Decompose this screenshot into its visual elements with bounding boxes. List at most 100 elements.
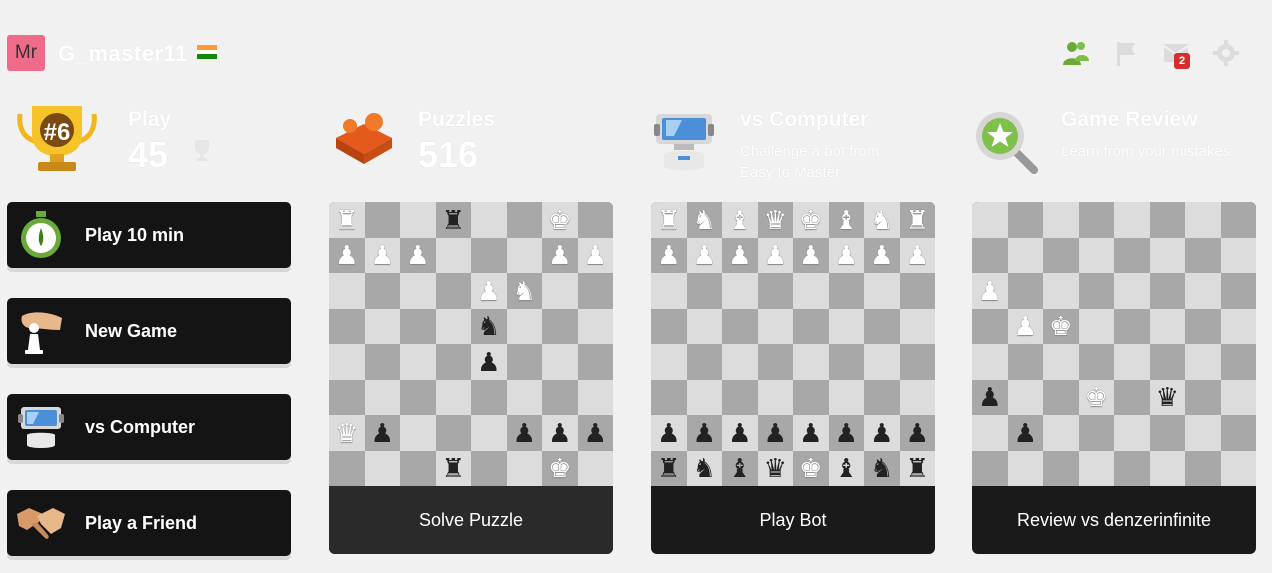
board-square [972, 415, 1008, 451]
board-square [1220, 379, 1256, 415]
board-square [506, 379, 542, 415]
board-square [542, 273, 578, 309]
white-king-icon: ♚ [548, 204, 572, 235]
hand-pawn-icon [15, 305, 67, 357]
play-section-title[interactable]: Play [128, 108, 171, 132]
play-a-friend-button[interactable]: Play a Friend [7, 490, 291, 556]
friends-icon[interactable] [1060, 37, 1092, 69]
vs-computer-subtitle: Challenge a bot from Easy to Master [740, 143, 880, 181]
board-square [899, 273, 935, 309]
solve-puzzle-label: Solve Puzzle [329, 486, 613, 554]
board-square [364, 308, 400, 344]
top-toolbar: 2 [1060, 37, 1242, 69]
board-square: ♟ [828, 237, 864, 273]
vs-computer-button[interactable]: vs Computer [7, 394, 291, 460]
play-10-min-label: Play 10 min [85, 224, 185, 245]
board-square: ♟ [506, 415, 542, 451]
board-square [972, 202, 1008, 238]
white-knight-icon: ♞ [692, 204, 716, 235]
board-square: ♜ [899, 450, 935, 486]
white-pawn-icon: ♟ [870, 240, 894, 271]
board-square: ♛ [757, 450, 793, 486]
review-board: ♟ ♟ ♚ ♟ ♚ ♛ ♟ [972, 202, 1256, 486]
board-square: ♟ [686, 415, 722, 451]
country-flag-icon [197, 45, 217, 59]
play-games-count: 45 [128, 134, 169, 175]
board-square [1149, 415, 1185, 451]
game-review-section-title[interactable]: Game Review [1061, 108, 1198, 132]
board-square [757, 344, 793, 380]
board-square [1043, 415, 1079, 451]
white-rook-icon: ♜ [335, 204, 359, 235]
black-pawn-icon: ♟ [692, 417, 716, 448]
board-square [1007, 202, 1043, 238]
board-square [722, 379, 758, 415]
black-rook-icon: ♜ [441, 453, 465, 484]
black-knight-icon: ♞ [477, 311, 501, 342]
board-square [435, 344, 471, 380]
board-square [471, 237, 507, 273]
board-square: ♟ [651, 415, 687, 451]
puzzles-section-title[interactable]: Puzzles [418, 108, 495, 132]
board-square: ♟ [722, 237, 758, 273]
board-square: ♟ [828, 415, 864, 451]
board-square [400, 450, 436, 486]
board-square [542, 344, 578, 380]
board-square [1043, 379, 1079, 415]
vs-computer-section-title[interactable]: vs Computer [740, 108, 868, 132]
board-square [506, 344, 542, 380]
black-bishop-icon: ♝ [728, 453, 752, 484]
board-square [1220, 344, 1256, 380]
game-review-card[interactable]: ♟ ♟ ♚ ♟ ♚ ♛ ♟ Review vs denzerinfinite [972, 202, 1256, 554]
board-square [471, 202, 507, 238]
board-square [1220, 450, 1256, 486]
board-square [793, 273, 829, 309]
board-square [1220, 273, 1256, 309]
board-square [506, 237, 542, 273]
board-square [577, 344, 613, 380]
board-square [1114, 273, 1150, 309]
white-king-icon: ♚ [799, 453, 823, 484]
board-square [651, 344, 687, 380]
flag-icon[interactable] [1110, 37, 1142, 69]
board-square [364, 202, 400, 238]
play-bot-card[interactable]: ♜ ♞ ♝ ♛ ♚ ♝ ♞ ♜ ♟ ♟ ♟ ♟ ♟ ♟ ♟ ♟ ♟ ♟ ♟ ♟ ♟ ♟ ♟ ♟ ♜ ♞ ♝ ♛ ♚ ♝ ♞ ♜ Play Bo… [651, 202, 935, 554]
white-queen-icon: ♛ [763, 204, 787, 235]
board-square [864, 273, 900, 309]
board-square [542, 308, 578, 344]
white-pawn-icon: ♟ [477, 275, 501, 306]
white-pawn-icon: ♟ [370, 240, 394, 271]
board-square [577, 450, 613, 486]
white-pawn-icon: ♟ [728, 240, 752, 271]
black-pawn-icon: ♟ [477, 346, 501, 377]
board-square [1149, 308, 1185, 344]
board-square [972, 237, 1008, 273]
board-square [1043, 450, 1079, 486]
black-queen-icon: ♛ [1155, 382, 1179, 413]
vs-computer-label: vs Computer [85, 416, 196, 437]
board-square [1007, 379, 1043, 415]
board-square [722, 344, 758, 380]
board-square: ♟ [1007, 415, 1043, 451]
black-rook-icon: ♜ [905, 453, 929, 484]
white-pawn-icon: ♟ [834, 240, 858, 271]
board-square [1185, 308, 1221, 344]
board-square [506, 202, 542, 238]
board-square [1078, 344, 1114, 380]
board-square: ♞ [506, 273, 542, 309]
board-square [400, 273, 436, 309]
play-10-min-button[interactable]: Play 10 min [7, 202, 291, 268]
username[interactable]: G_master11 [58, 41, 188, 67]
board-square [864, 308, 900, 344]
white-rook-icon: ♜ [657, 204, 681, 235]
avatar[interactable]: Mr [7, 35, 45, 71]
messages-icon[interactable]: 2 [1160, 37, 1192, 69]
settings-icon[interactable] [1210, 37, 1242, 69]
new-game-button[interactable]: New Game [7, 298, 291, 364]
board-square [651, 379, 687, 415]
board-square [1114, 450, 1150, 486]
solve-puzzle-card[interactable]: ♜ ♜ ♚ ♟ ♟ ♟ ♟ ♟ ♟ ♞ ♞ ♟ ♛ ♟ ♟ ♟ ♟ ♜ ♚ Solve Puzzle [329, 202, 613, 554]
board-square [1220, 202, 1256, 238]
board-square: ♟ [400, 237, 436, 273]
board-square: ♟ [864, 415, 900, 451]
